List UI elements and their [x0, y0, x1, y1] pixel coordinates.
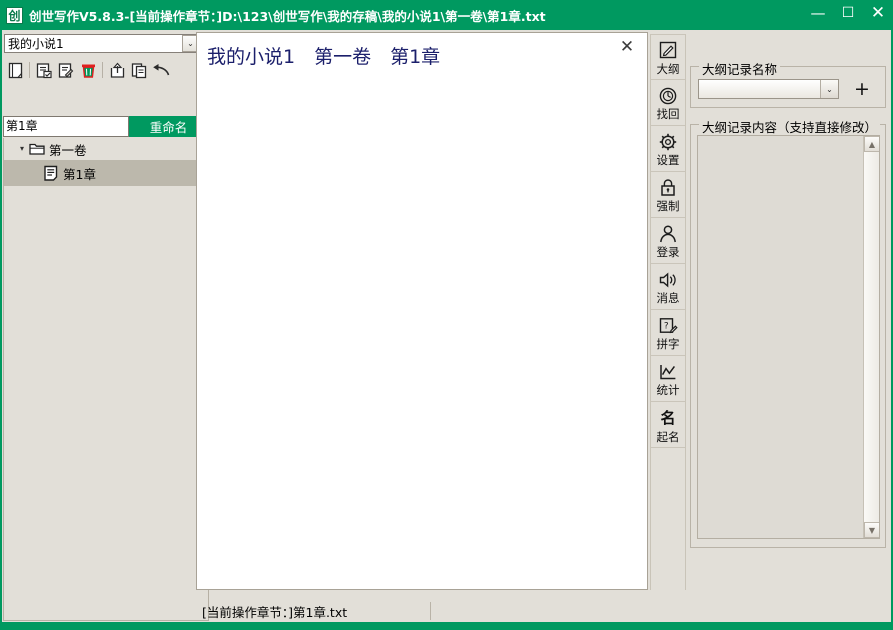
save-chapter-icon [36, 62, 53, 79]
copy-chapter-button[interactable] [128, 59, 150, 81]
rail-label-outline: 大纲 [656, 61, 680, 76]
rail-item-force[interactable]: 强制 [651, 172, 685, 218]
status-current-chapter: [当前操作章节：]第1章.txt [202, 604, 348, 620]
new-chapter-icon [7, 62, 24, 79]
rail-item-outline[interactable]: 大纲 [651, 34, 685, 80]
chapter-editor[interactable]: 我的小说1 第一卷 第1章 ✕ [196, 32, 648, 590]
toolbar-divider [29, 62, 30, 78]
outline-name-value [699, 80, 820, 98]
editor-text[interactable]: 我的小说1 第一卷 第1章 [207, 43, 601, 72]
rail-item-login[interactable]: 登录 [651, 218, 685, 264]
delete-chapter-button[interactable] [77, 59, 99, 81]
novel-selector[interactable]: 我的小说1 ⌄ [4, 34, 200, 53]
outline-name-group: 大纲记录名称 ⌄ + [690, 59, 886, 108]
tree-chapter-label: 第1章 [63, 166, 96, 182]
rail-label-naming: 起名 [656, 430, 680, 445]
outline-name-selector[interactable]: ⌄ [698, 79, 839, 99]
tree-volume-node[interactable]: ▾ 第一卷 [4, 138, 208, 160]
svg-text:?: ? [664, 321, 669, 331]
scroll-up-button[interactable]: ▲ [864, 136, 879, 152]
chapter-tree[interactable]: ▾ 第一卷 第1章 [3, 138, 209, 621]
rename-row: 第1章 重命名 [3, 116, 209, 137]
rename-input[interactable]: 第1章 [3, 116, 129, 137]
lock-icon [658, 176, 678, 199]
chevron-down-icon[interactable]: ⌄ [820, 80, 838, 98]
outline-panel: 大纲记录名称 ⌄ + 大纲记录内容（支持直接修改） ▲ ▼ [690, 56, 886, 556]
left-panel: 我的小说1 ⌄ 第1章 重命名 ▾ 第一卷 第1章 [2, 32, 209, 622]
rail-label-login: 登录 [656, 245, 680, 260]
save-chapter-button[interactable] [33, 59, 55, 81]
undo-button[interactable] [150, 59, 172, 81]
rail-item-spellcheck[interactable]: ? 拼字 [651, 310, 685, 356]
new-chapter-button[interactable] [4, 59, 26, 81]
outline-pencil-icon [658, 39, 678, 62]
statistics-chart-icon [658, 360, 678, 383]
document-icon [42, 165, 60, 181]
maximize-button[interactable]: ☐ [833, 0, 863, 28]
add-outline-button[interactable]: + [851, 78, 873, 100]
naming-character-icon: 名 [660, 409, 676, 428]
edit-chapter-icon [58, 62, 75, 79]
bottom-accent-strip [0, 622, 893, 630]
minimize-button[interactable]: — [803, 0, 833, 33]
app-logo-icon: 创 [6, 6, 23, 24]
folder-icon [28, 141, 46, 157]
outline-name-group-title: 大纲记录名称 [699, 59, 781, 78]
status-bar: [当前操作章节：]第1章.txt [196, 600, 886, 622]
rail-item-message[interactable]: 消息 [651, 264, 685, 310]
rail-label-statistics: 统计 [656, 383, 680, 398]
outline-content-scrollbar[interactable]: ▲ ▼ [863, 136, 879, 538]
tool-rail: 大纲 找回 设置 强制 登录 消息 ? 拼字 统计 名 起名 [650, 34, 686, 590]
rail-label-spellcheck: 拼字 [656, 337, 680, 352]
outline-content-textarea[interactable]: ▲ ▼ [697, 135, 880, 539]
outline-content-group-title: 大纲记录内容（支持直接修改） [699, 117, 881, 136]
rail-item-recover[interactable]: 找回 [651, 80, 685, 126]
app-window: 创 创世写作V5.8.3-[当前操作章节：]D:\123\创世写作\我的存稿\我… [0, 0, 893, 630]
outline-content-group: 大纲记录内容（支持直接修改） ▲ ▼ [690, 117, 886, 548]
undo-arrow-icon [152, 62, 171, 79]
rail-item-naming[interactable]: 名 起名 [651, 402, 685, 448]
rail-item-statistics[interactable]: 统计 [651, 356, 685, 402]
user-login-icon [658, 222, 678, 245]
edit-chapter-button[interactable] [55, 59, 77, 81]
title-bar: 创 创世写作V5.8.3-[当前操作章节：]D:\123\创世写作\我的存稿\我… [0, 0, 893, 30]
recover-clock-icon [658, 84, 678, 107]
spellcheck-icon: ? [658, 314, 678, 337]
rail-label-recover: 找回 [656, 107, 680, 122]
tree-chapter-node[interactable]: 第1章 [4, 160, 208, 186]
rail-label-message: 消息 [656, 291, 680, 306]
close-button[interactable]: ✕ [863, 0, 893, 28]
rail-label-settings: 设置 [656, 153, 680, 168]
window-title: 创世写作V5.8.3-[当前操作章节：]D:\123\创世写作\我的存稿\我的小… [29, 8, 546, 24]
expander-caret-icon[interactable]: ▾ [16, 145, 28, 153]
scrollbar-track[interactable] [864, 152, 879, 522]
speaker-message-icon [658, 268, 678, 291]
rail-item-settings[interactable]: 设置 [651, 126, 685, 172]
chapter-toolbar [4, 58, 204, 82]
rail-label-force: 强制 [656, 199, 680, 214]
trash-delete-icon [80, 62, 97, 79]
status-divider [430, 602, 432, 620]
settings-gear-icon [658, 130, 678, 153]
toolbar-divider [102, 62, 103, 78]
window-controls: — ☐ ✕ [803, 0, 893, 33]
export-upload-icon [109, 62, 126, 79]
copy-icon [131, 62, 148, 79]
novel-selector-value: 我的小说1 [8, 37, 64, 51]
tree-volume-label: 第一卷 [49, 142, 87, 158]
export-chapter-button[interactable] [106, 59, 128, 81]
scroll-down-button[interactable]: ▼ [864, 522, 879, 538]
editor-close-button[interactable]: ✕ [607, 33, 647, 61]
